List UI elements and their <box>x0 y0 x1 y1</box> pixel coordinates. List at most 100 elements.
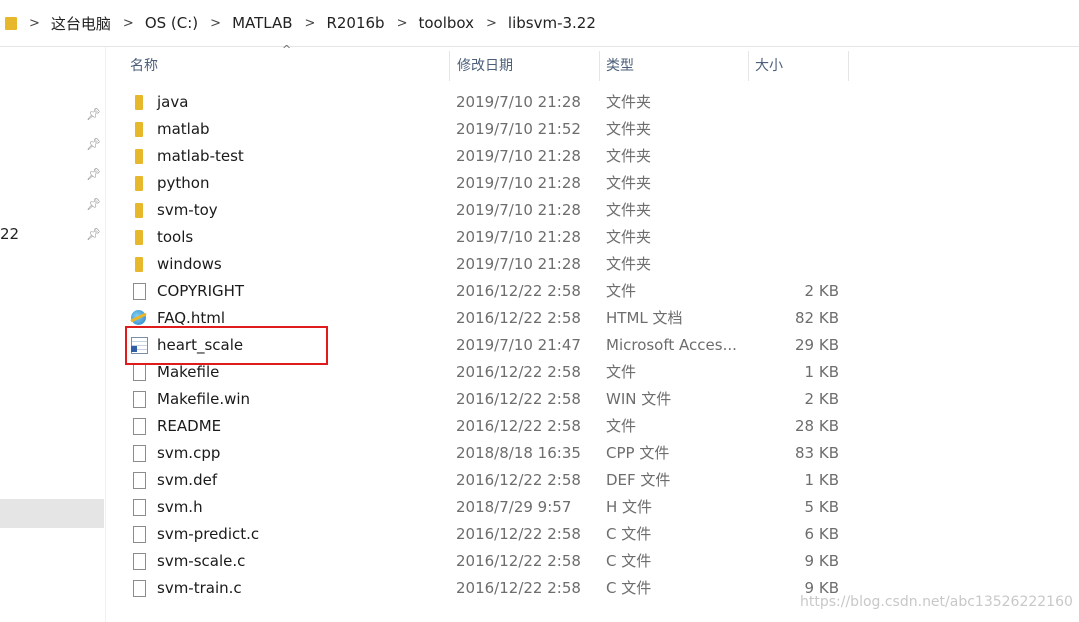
breadcrumb-item[interactable]: toolbox <box>418 14 474 32</box>
chevron-right-icon[interactable]: > <box>210 16 221 31</box>
pin-icon[interactable]: 📌︎ <box>86 107 101 121</box>
chevron-right-icon[interactable]: > <box>123 16 134 31</box>
chevron-right-icon[interactable]: > <box>397 16 408 31</box>
file-size: 82 KB <box>795 309 839 327</box>
file-row[interactable]: svm.cpp 2018/8/18 16:35 CPP 文件 83 KB <box>106 440 1079 467</box>
file-name: matlab-test <box>157 147 244 165</box>
file-size <box>754 143 839 170</box>
highlight-box <box>125 326 328 365</box>
file-name: tools <box>157 228 194 246</box>
file-size: 6 KB <box>804 525 839 543</box>
column-header-date[interactable]: 修改日期 <box>450 47 598 85</box>
column-header-name[interactable]: 名称 <box>123 47 448 85</box>
column-header-type[interactable]: 类型 <box>599 47 747 85</box>
file-row[interactable]: svm.h 2018/7/29 9:57 H 文件 5 KB <box>106 494 1079 521</box>
file-type: H 文件 <box>606 498 653 516</box>
file-date: 2019/7/10 21:47 <box>456 336 581 354</box>
file-row[interactable]: windows 2019/7/10 21:28 文件夹 <box>106 251 1079 278</box>
file-row[interactable]: svm.def 2016/12/22 2:58 DEF 文件 1 KB <box>106 467 1079 494</box>
breadcrumb-item-current[interactable]: libsvm-3.22 <box>508 14 596 32</box>
file-date: 2016/12/22 2:58 <box>456 309 581 327</box>
file-size <box>754 116 839 143</box>
file-type: C 文件 <box>606 579 652 597</box>
pin-icon[interactable]: 📌︎ <box>86 137 101 151</box>
file-size: 9 KB <box>804 552 839 570</box>
file-name: svm-toy <box>157 201 218 219</box>
file-row[interactable]: tools 2019/7/10 21:28 文件夹 <box>106 224 1079 251</box>
nav-item-selected[interactable] <box>0 499 104 528</box>
file-name: matlab <box>157 120 210 138</box>
file-name: svm.h <box>157 498 203 516</box>
file-size <box>754 251 839 278</box>
file-row[interactable]: matlab-test 2019/7/10 21:28 文件夹 <box>106 143 1079 170</box>
pin-icon[interactable]: 📌︎ <box>86 227 101 241</box>
file-type: 文件夹 <box>606 228 652 246</box>
watermark: https://blog.csdn.net/abc13526222160 <box>800 594 1073 610</box>
file-row[interactable]: java 2019/7/10 21:28 文件夹 <box>106 89 1079 116</box>
file-row[interactable]: svm-predict.c 2016/12/22 2:58 C 文件 6 KB <box>106 521 1079 548</box>
column-headers: ^ 名称 修改日期 类型 大小 <box>106 43 1079 87</box>
column-header-size[interactable]: 大小 <box>748 47 848 85</box>
file-date: 2016/12/22 2:58 <box>456 282 581 300</box>
file-row[interactable]: README 2016/12/22 2:58 文件 28 KB <box>106 413 1079 440</box>
file-size: 2 KB <box>804 390 839 408</box>
file-name: svm.cpp <box>157 444 221 462</box>
file-size <box>754 89 839 116</box>
chevron-right-icon[interactable]: > <box>29 16 40 31</box>
file-size: 1 KB <box>804 363 839 381</box>
file-row[interactable]: svm-toy 2019/7/10 21:28 文件夹 <box>106 197 1079 224</box>
file-type: 文件夹 <box>606 93 652 111</box>
file-size: 2 KB <box>804 282 839 300</box>
breadcrumb-item[interactable]: 这台电脑 <box>51 13 111 34</box>
file-date: 2018/7/29 9:57 <box>456 498 572 516</box>
file-size: 5 KB <box>804 498 839 516</box>
file-type: WIN 文件 <box>606 390 672 408</box>
address-bar[interactable]: > 这台电脑 > OS (C:) > MATLAB > R2016b > too… <box>0 0 1079 47</box>
file-size <box>754 224 839 251</box>
file-size: 83 KB <box>795 444 839 462</box>
file-date: 2018/8/18 16:35 <box>456 444 581 462</box>
file-type: 文件 <box>606 363 637 381</box>
file-size: 29 KB <box>795 336 839 354</box>
file-name: windows <box>157 255 222 273</box>
file-row[interactable]: matlab 2019/7/10 21:52 文件夹 <box>106 116 1079 143</box>
pin-icon[interactable]: 📌︎ <box>86 167 101 181</box>
file-size: 1 KB <box>804 471 839 489</box>
file-name: svm.def <box>157 471 218 489</box>
breadcrumb-item[interactable]: OS (C:) <box>145 14 198 32</box>
file-type: CPP 文件 <box>606 444 670 462</box>
file-type: DEF 文件 <box>606 471 671 489</box>
file-type: 文件夹 <box>606 147 652 165</box>
file-row[interactable]: svm-scale.c 2016/12/22 2:58 C 文件 9 KB <box>106 548 1079 575</box>
file-date: 2016/12/22 2:58 <box>456 417 581 435</box>
file-name: svm-predict.c <box>157 525 260 543</box>
breadcrumb-item[interactable]: MATLAB <box>232 14 292 32</box>
file-type: 文件夹 <box>606 120 652 138</box>
file-name: svm-train.c <box>157 579 242 597</box>
file-date: 2016/12/22 2:58 <box>456 471 581 489</box>
file-type: 文件夹 <box>606 201 652 219</box>
file-row[interactable]: COPYRIGHT 2016/12/22 2:58 文件 2 KB <box>106 278 1079 305</box>
file-date: 2016/12/22 2:58 <box>456 579 581 597</box>
file-name: python <box>157 174 210 192</box>
column-divider[interactable] <box>848 51 849 81</box>
chevron-right-icon[interactable]: > <box>305 16 316 31</box>
file-type: 文件夹 <box>606 255 652 273</box>
file-name: Makefile.win <box>157 390 251 408</box>
file-size <box>754 197 839 224</box>
file-date: 2019/7/10 21:28 <box>456 174 581 192</box>
nav-item-label[interactable]: 22 <box>0 225 19 243</box>
navigation-pane[interactable]: 📌︎ 📌︎ 📌︎ 📌︎ 📌︎ 22 <box>0 47 104 622</box>
breadcrumb-item[interactable]: R2016b <box>326 14 384 32</box>
folder-icon <box>5 15 17 31</box>
file-date: 2016/12/22 2:58 <box>456 363 581 381</box>
pin-icon[interactable]: 📌︎ <box>86 197 101 211</box>
file-type: C 文件 <box>606 525 652 543</box>
breadcrumb: > 这台电脑 > OS (C:) > MATLAB > R2016b > too… <box>0 8 1079 38</box>
file-row[interactable]: Makefile.win 2016/12/22 2:58 WIN 文件 2 KB <box>106 386 1079 413</box>
file-name: java <box>157 93 189 111</box>
file-date: 2019/7/10 21:52 <box>456 120 581 138</box>
file-row[interactable]: python 2019/7/10 21:28 文件夹 <box>106 170 1079 197</box>
file-date: 2019/7/10 21:28 <box>456 147 581 165</box>
chevron-right-icon[interactable]: > <box>486 16 497 31</box>
